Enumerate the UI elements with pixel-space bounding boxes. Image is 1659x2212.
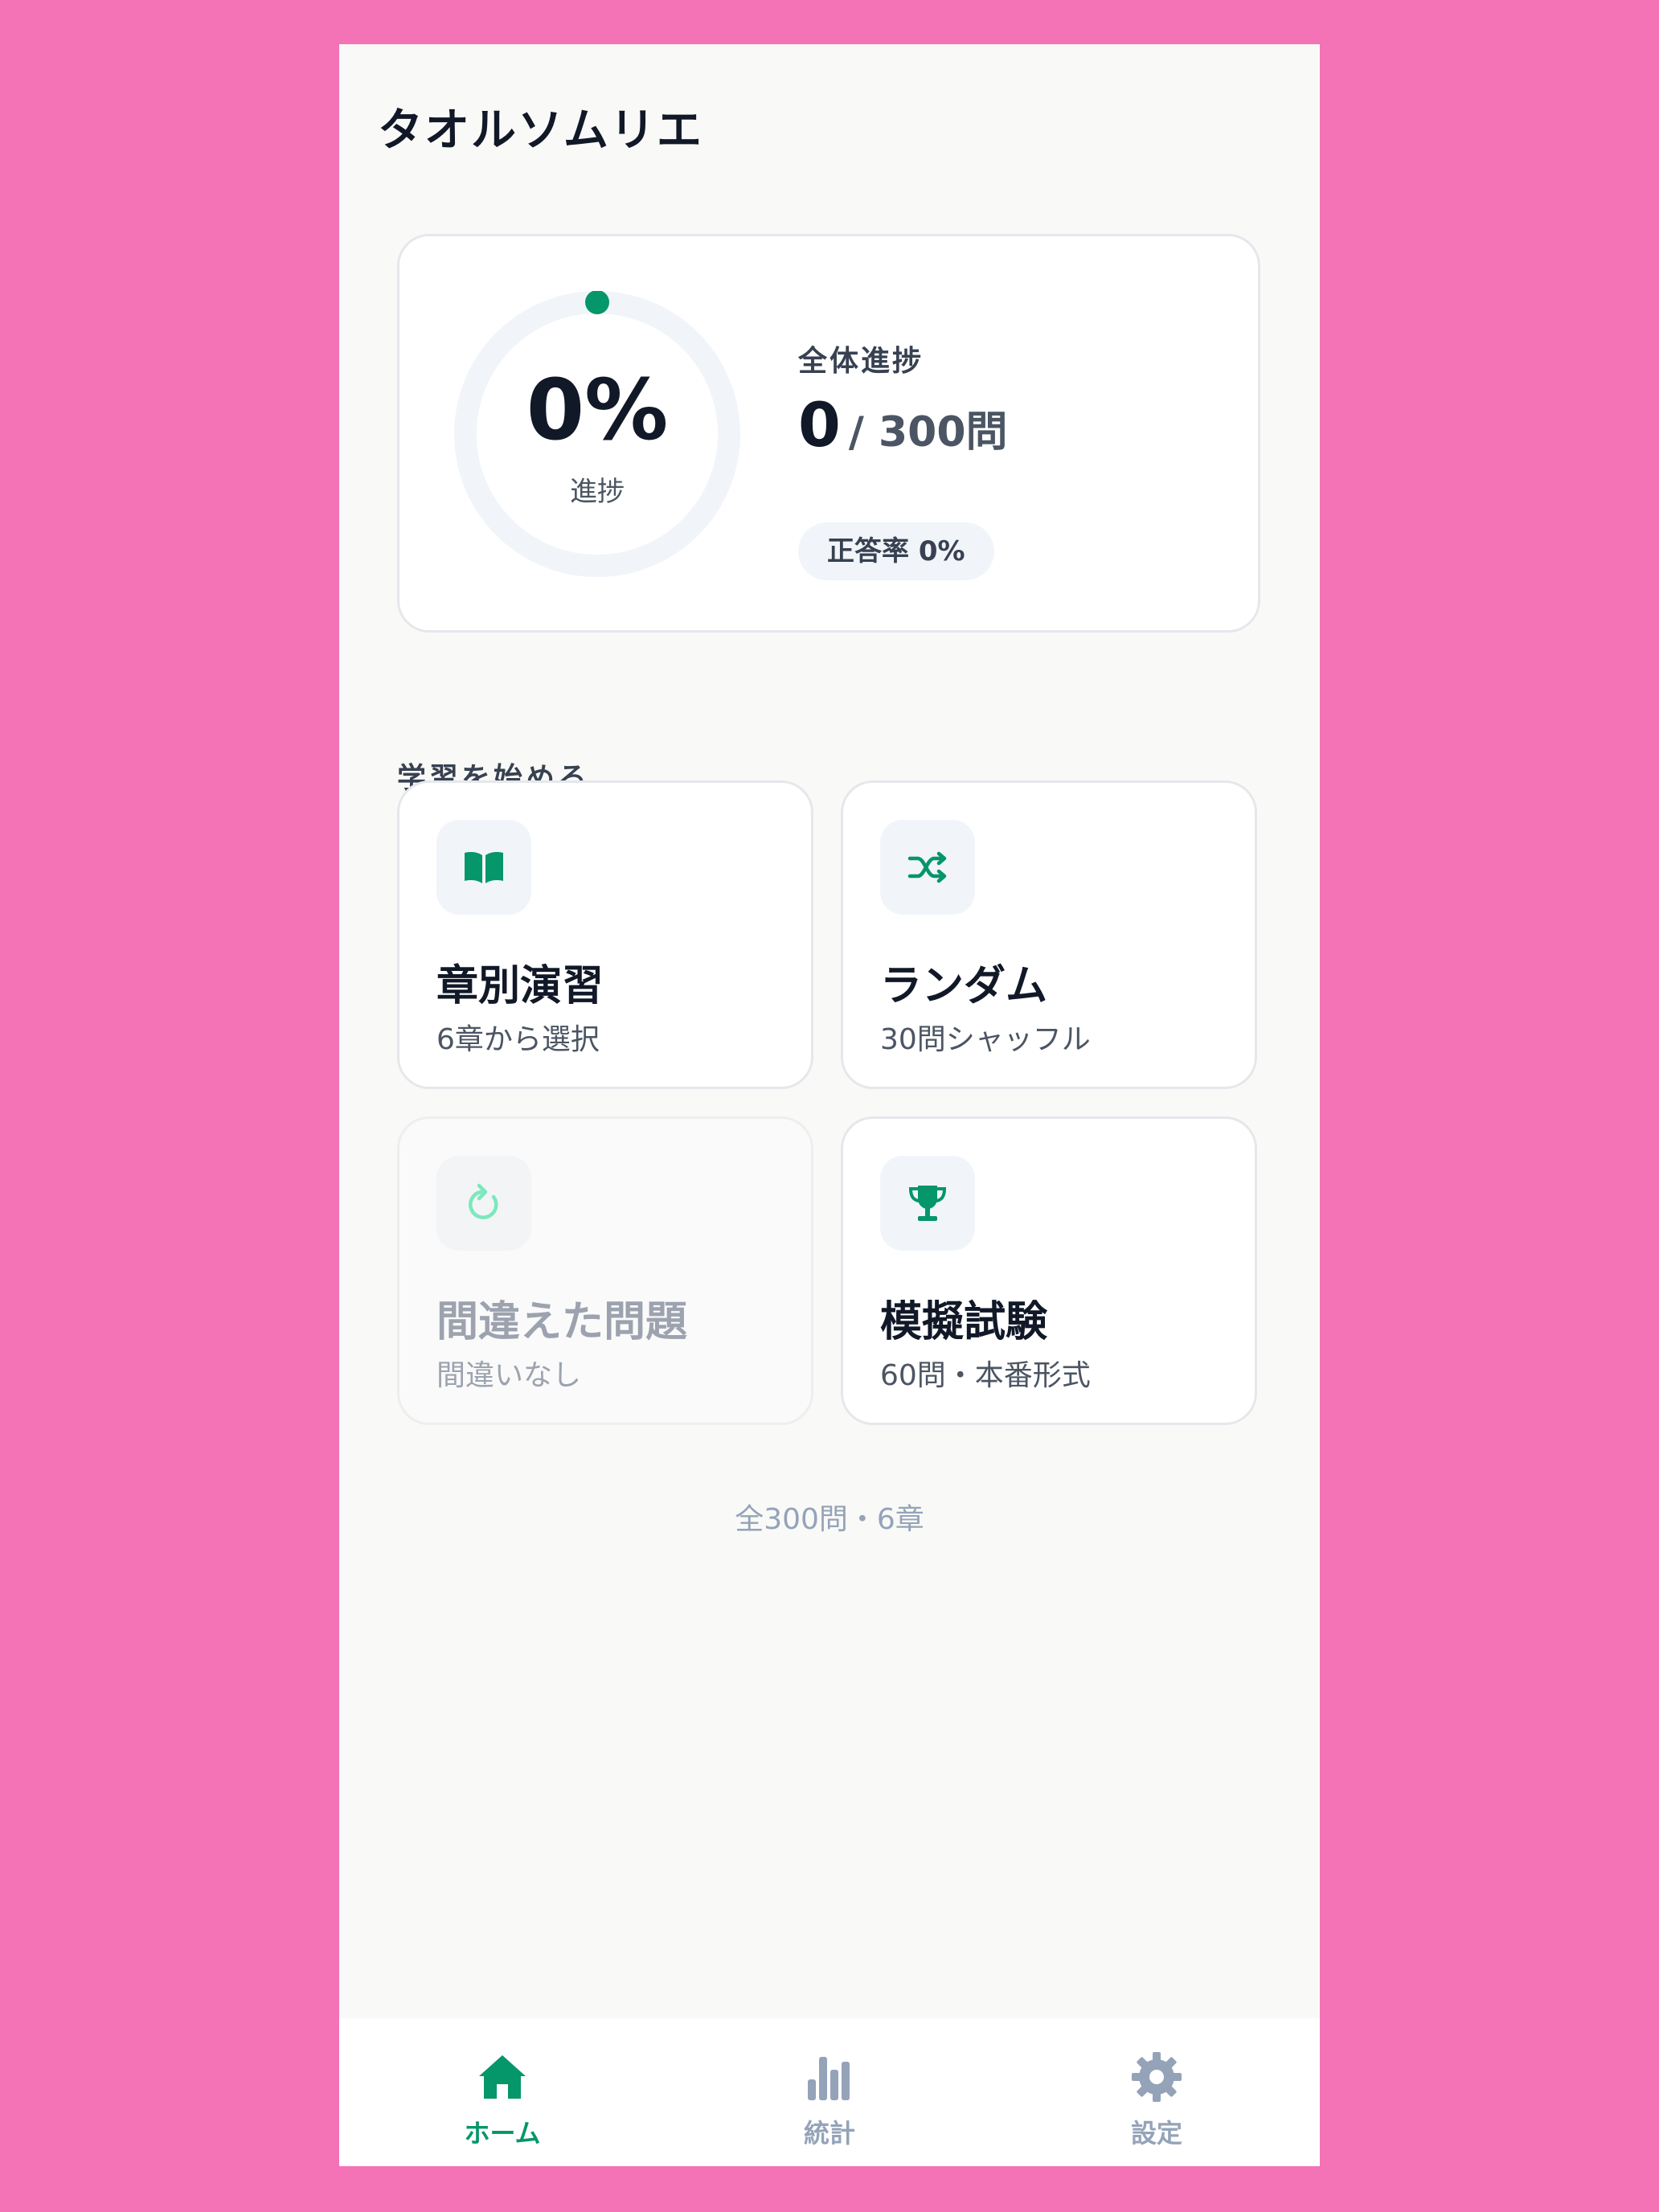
progress-card: 0% 進捗 全体進捗 0/ 300問 正答率 0% — [397, 234, 1260, 633]
mode-title: 章別演習 — [436, 962, 604, 1010]
nav-label: ホーム — [464, 2118, 541, 2149]
bar-chart-icon — [808, 2057, 850, 2100]
mode-title: 模擬試験 — [880, 1298, 1048, 1346]
total-count: / 300問 — [848, 408, 1008, 457]
mode-icon-box — [436, 820, 531, 915]
mock-exam-card[interactable]: 模擬試験 60問・本番形式 — [841, 1116, 1257, 1425]
home-icon — [479, 2055, 526, 2099]
progress-ring-indicator — [585, 291, 609, 314]
mode-subtitle: 30問シャッフル — [880, 1023, 1091, 1056]
mode-subtitle: 60問・本番形式 — [880, 1359, 1091, 1392]
gear-icon — [1132, 2052, 1182, 2102]
nav-label: 設定 — [1130, 2118, 1182, 2149]
book-icon — [465, 852, 503, 883]
shuffle-icon — [907, 851, 947, 883]
nav-label: 統計 — [803, 2118, 855, 2149]
overall-progress-label: 全体進捗 — [798, 345, 924, 378]
wrong-answers-card: 間違えた問題 間違いなし — [397, 1116, 813, 1425]
progress-ring-label: 進捗 — [570, 476, 625, 508]
nav-item-settings[interactable]: 設定 — [993, 2018, 1320, 2166]
progress-count: 0/ 300問 — [798, 389, 1008, 461]
mode-title: ランダム — [880, 962, 1048, 1010]
mode-icon-box — [880, 1156, 975, 1251]
mode-icon-box — [880, 820, 975, 915]
app-screen: タオルソムリエ 0% 進捗 全体進捗 0/ 300問 正答率 0% 学習を始める… — [339, 44, 1320, 2166]
footer-note: 全300問・6章 — [735, 1503, 924, 1536]
random-card[interactable]: ランダム 30問シャッフル — [841, 780, 1257, 1089]
nav-item-home[interactable]: ホーム — [339, 2018, 666, 2166]
accuracy-badge: 正答率 0% — [798, 522, 994, 580]
nav-item-stats[interactable]: 統計 — [666, 2018, 993, 2166]
trophy-icon — [908, 1186, 947, 1221]
mode-subtitle: 6章から選択 — [436, 1023, 600, 1056]
mode-icon-box — [436, 1156, 531, 1251]
progress-percent: 0% — [526, 361, 669, 459]
retry-icon — [469, 1183, 498, 1219]
mode-subtitle: 間違いなし — [436, 1359, 582, 1392]
app-title: タオルソムリエ — [378, 104, 703, 157]
bottom-nav: ホーム 統計 設定 — [339, 2018, 1320, 2166]
done-count: 0 — [798, 389, 841, 461]
chapter-practice-card[interactable]: 章別演習 6章から選択 — [397, 780, 813, 1089]
mode-title: 間違えた問題 — [436, 1298, 688, 1346]
